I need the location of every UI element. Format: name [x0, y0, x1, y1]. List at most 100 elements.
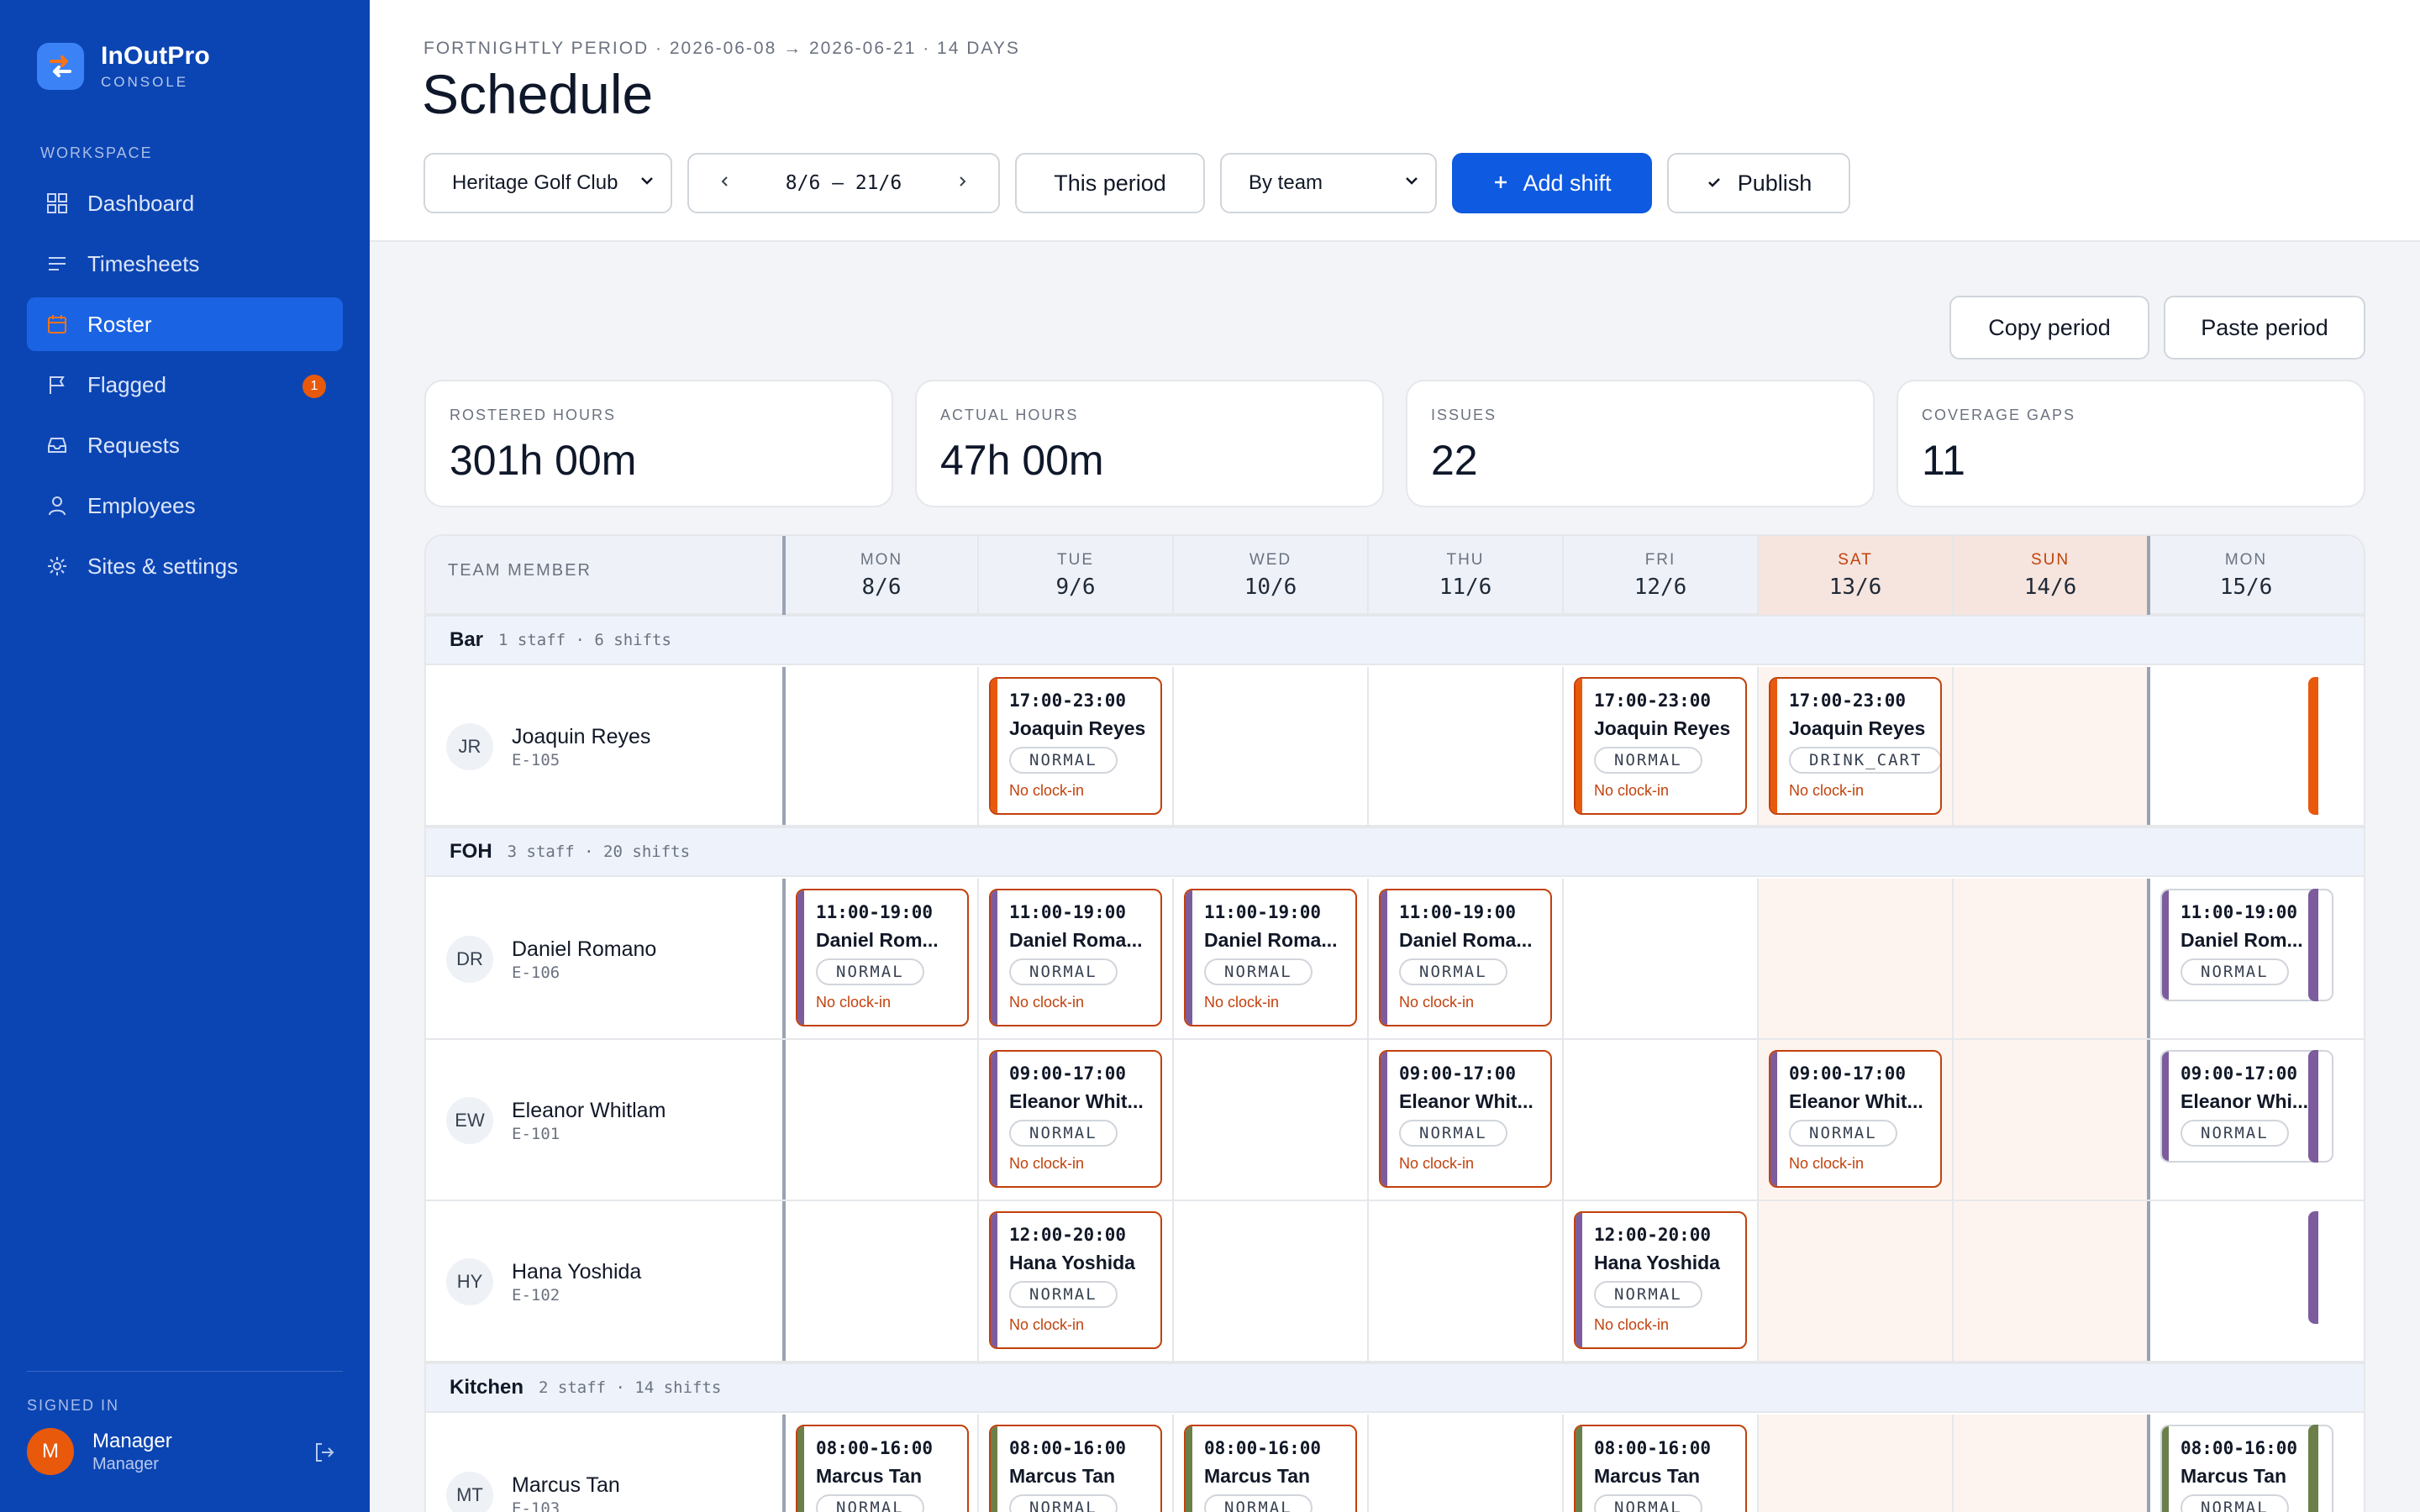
shift-card[interactable]: 09:00-17:00 Eleanor Whit... NORMAL No clock…: [1379, 1050, 1552, 1188]
shift-card[interactable]: 08:00-16:00Marcus TanNORMALNo clock-in: [796, 1425, 969, 1512]
day-cell[interactable]: 12:00-20:00 Hana Yoshida NORMAL No clock-in: [1562, 1201, 1757, 1361]
sidebar-item-dashboard[interactable]: Dashboard: [27, 176, 343, 230]
team-group-header[interactable]: Kitchen 2 staff · 14 shifts: [426, 1362, 2364, 1413]
day-cell[interactable]: 08:00-16:00Marcus TanNORMALNo clock-in: [977, 1415, 1172, 1512]
day-cell[interactable]: 11:00-19:00 Daniel Roma... NORMAL No clock-…: [1172, 879, 1367, 1038]
member-info: Joaquin Reyes E-105: [512, 725, 650, 769]
day-cell[interactable]: [1952, 1040, 2147, 1200]
roster-grid: TEAM MEMBER MON 8/6 TUE 9/6 WED 10/6 THU 11/6 FR…: [424, 534, 2365, 1512]
day-cell[interactable]: [1952, 1201, 2147, 1361]
day-cell[interactable]: [1757, 1201, 1952, 1361]
day-cell[interactable]: [782, 1201, 977, 1361]
day-cell[interactable]: 08:00-16:00Marcus TanNORMALNo clock-in: [1172, 1415, 1367, 1512]
day-cell[interactable]: 11:00-19:00 Daniel Roma... NORMAL No clock-…: [1367, 879, 1562, 1038]
day-cell[interactable]: 11:00-19:00 Daniel Rom... NORMAL No clock-i…: [782, 879, 977, 1038]
shift-card[interactable]: 08:00-16:00Marcus TanNORMALNo clock-in: [989, 1425, 1162, 1512]
day-cell[interactable]: 09:00-17:00 Eleanor Whit... NORMAL No clock…: [1367, 1040, 1562, 1200]
team-member[interactable]: HY Hana Yoshida E-102: [446, 1258, 641, 1305]
shift-card[interactable]: 09:00-17:00 Eleanor Whit... NORMAL No clock…: [989, 1050, 1162, 1188]
day-cell[interactable]: [1172, 1201, 1367, 1361]
sidebar-item-flagged[interactable]: Flagged 1: [27, 358, 343, 412]
day-cell[interactable]: [1757, 1415, 1952, 1512]
shift-card[interactable]: 08:00-16:00Marcus TanNORMALNo clock-in: [1184, 1425, 1357, 1512]
member-id: E-102: [512, 1285, 560, 1305]
day-cell[interactable]: 12:00-20:00 Hana Yoshida NORMAL No clock-in: [977, 1201, 1172, 1361]
publish-button[interactable]: Publish: [1667, 153, 1850, 213]
shift-time: 11:00-19:00: [1204, 902, 1322, 922]
day-cell[interactable]: 09:00-17:00 Eleanor Whit... NORMAL No clock…: [977, 1040, 1172, 1200]
sidebar-item-roster[interactable]: Roster: [27, 297, 343, 351]
team-member[interactable]: DR Daniel Romano E-106: [446, 936, 656, 983]
day-cell[interactable]: [1367, 667, 1562, 825]
next-period-icon[interactable]: [955, 171, 970, 195]
shift-type-badge: NORMAL: [1594, 1281, 1702, 1308]
team-group-header[interactable]: Bar 1 staff · 6 shifts: [426, 615, 2364, 665]
shift-warning: No clock-in: [1399, 1155, 1475, 1172]
shift-card[interactable]: 17:00-23:00 Joaquin Reyes NORMAL No clock-i…: [1574, 677, 1747, 815]
day-cell[interactable]: 08:00-16:00Marcus TanNORMALNo clock-in: [782, 1415, 977, 1512]
member-name: Joaquin Reyes: [512, 724, 651, 748]
grouping-select-value: By team: [1249, 171, 1323, 194]
sidebar-item-employees[interactable]: Employees: [27, 479, 343, 533]
this-period-button[interactable]: This period: [1015, 153, 1205, 213]
logout-icon[interactable]: [313, 1441, 336, 1468]
day-cell[interactable]: 17:00-23:00 Joaquin Reyes NORMAL No clock-i…: [977, 667, 1172, 825]
team-group-header[interactable]: FOH 3 staff · 20 shifts: [426, 827, 2364, 877]
sidebar-item-sites-settings[interactable]: Sites & settings: [27, 539, 343, 593]
shift-type-badge: NORMAL: [1204, 958, 1313, 985]
day-cell[interactable]: [1367, 1415, 1562, 1512]
day-cell[interactable]: 08:00-16:00Marcus TanNORMALNo clock-in: [1562, 1415, 1757, 1512]
day-cell[interactable]: 11:00-19:00 Daniel Roma... NORMAL No clock-…: [977, 879, 1172, 1038]
day-cell[interactable]: [782, 667, 977, 825]
shift-employee-name: Hana Yoshida: [1009, 1252, 1135, 1273]
next-day-shift-stub: [2308, 1425, 2318, 1512]
grouping-select[interactable]: By team: [1220, 153, 1437, 213]
day-cell[interactable]: 09:00-17:00 Eleanor Whit... NORMAL No clock…: [1757, 1040, 1952, 1200]
brand[interactable]: InOutPro CONSOLE: [37, 42, 210, 91]
shift-card[interactable]: 11:00-19:00 Daniel Roma... NORMAL No clock-…: [1184, 889, 1357, 1026]
day-cell[interactable]: 17:00-23:00 Joaquin Reyes NORMAL No clock-i…: [1562, 667, 1757, 825]
user-card[interactable]: M Manager Manager: [27, 1428, 343, 1475]
prev-period-icon[interactable]: [718, 171, 733, 195]
day-cell[interactable]: [1367, 1201, 1562, 1361]
member-name: Daniel Romano: [512, 937, 657, 961]
day-cell[interactable]: [1952, 667, 2147, 825]
day-cell[interactable]: [1757, 879, 1952, 1038]
team-member[interactable]: EW Eleanor Whitlam E-101: [446, 1097, 666, 1144]
shift-card[interactable]: 11:00-19:00 Daniel Roma... NORMAL No clock-…: [989, 889, 1162, 1026]
shift-time: 11:00-19:00: [1399, 902, 1517, 922]
add-shift-button[interactable]: Add shift: [1452, 153, 1652, 213]
shift-warning: No clock-in: [1594, 782, 1670, 799]
site-select[interactable]: Heritage Golf Club: [424, 153, 672, 213]
sidebar-item-requests[interactable]: Requests: [27, 418, 343, 472]
shift-card[interactable]: 17:00-23:00 Joaquin Reyes DRINK_CART No clo…: [1769, 677, 1942, 815]
copy-period-button[interactable]: Copy period: [1949, 296, 2149, 360]
member-info: Hana Yoshida E-102: [512, 1260, 641, 1305]
user-name: Manager: [92, 1429, 172, 1452]
shift-card[interactable]: 12:00-20:00 Hana Yoshida NORMAL No clock-in: [1574, 1211, 1747, 1349]
team-member[interactable]: JR Joaquin Reyes E-105: [446, 723, 650, 770]
day-cell[interactable]: [1562, 879, 1757, 1038]
day-header: WED 10/6: [1172, 536, 1367, 615]
shift-card[interactable]: 09:00-17:00 Eleanor Whit... NORMAL No clock…: [1769, 1050, 1942, 1188]
day-cell[interactable]: [1172, 1040, 1367, 1200]
day-cell[interactable]: [1952, 879, 2147, 1038]
paste-period-button[interactable]: Paste period: [2164, 296, 2365, 360]
day-cell[interactable]: [782, 1040, 977, 1200]
shift-card[interactable]: 17:00-23:00 Joaquin Reyes NORMAL No clock-i…: [989, 677, 1162, 815]
team-member[interactable]: MT Marcus Tan E-103: [446, 1472, 620, 1512]
day-cell[interactable]: [1562, 1040, 1757, 1200]
shift-card[interactable]: 08:00-16:00Marcus TanNORMALNo clock-in: [1574, 1425, 1747, 1512]
stat-value: 301h 00m: [450, 437, 637, 484]
shift-card[interactable]: 12:00-20:00 Hana Yoshida NORMAL No clock-in: [989, 1211, 1162, 1349]
day-date: 10/6: [1244, 575, 1297, 600]
shift-time: 08:00-16:00: [1009, 1438, 1127, 1458]
day-cell[interactable]: [1172, 667, 1367, 825]
sidebar-item-timesheets[interactable]: Timesheets: [27, 237, 343, 291]
day-cell[interactable]: [1952, 1415, 2147, 1512]
shift-type-badge: NORMAL: [1009, 1494, 1118, 1512]
day-cell[interactable]: 17:00-23:00 Joaquin Reyes DRINK_CART No clo…: [1757, 667, 1952, 825]
shift-warning: No clock-in: [1594, 1316, 1670, 1333]
shift-card[interactable]: 11:00-19:00 Daniel Rom... NORMAL No clock-i…: [796, 889, 969, 1026]
shift-card[interactable]: 11:00-19:00 Daniel Roma... NORMAL No clock-…: [1379, 889, 1552, 1026]
